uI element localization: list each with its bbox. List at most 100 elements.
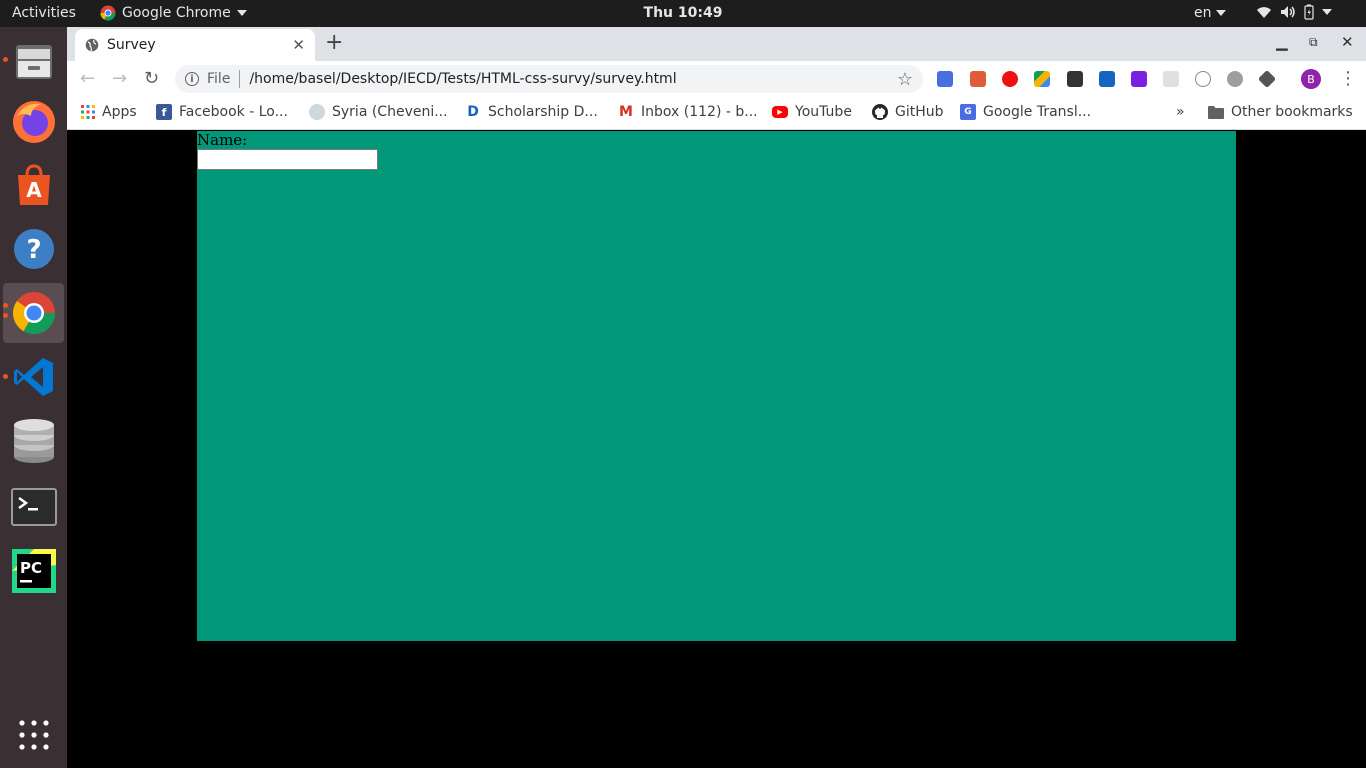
other-bookmarks-label: Other bookmarks xyxy=(1231,104,1353,120)
name-label: Name: xyxy=(197,131,248,149)
profile-avatar[interactable]: B xyxy=(1301,69,1321,89)
svg-text:A: A xyxy=(26,178,42,202)
dock-chrome[interactable] xyxy=(3,283,64,343)
bookmark-label: Syria (Cheveni... xyxy=(332,104,448,120)
volume-icon xyxy=(1281,6,1295,18)
show-applications-button[interactable] xyxy=(3,705,64,765)
close-window-button[interactable]: ✕ xyxy=(1341,33,1354,51)
eyedropper-extension-icon[interactable] xyxy=(1067,71,1083,87)
firefox-icon xyxy=(12,101,55,143)
new-tab-button[interactable]: + xyxy=(325,32,343,54)
braces-extension-icon[interactable] xyxy=(1195,71,1211,87)
bookmark-google-translate[interactable]: G Google Transl... xyxy=(960,104,1091,120)
bookmark-syria[interactable]: Syria (Cheveni... xyxy=(309,104,448,120)
chrome-icon xyxy=(12,292,55,335)
circle-extension-icon[interactable] xyxy=(1227,71,1243,87)
files-icon xyxy=(15,45,52,79)
forward-button[interactable]: → xyxy=(112,68,127,89)
dock-vscode[interactable] xyxy=(3,347,64,407)
bookmark-star-icon[interactable]: ☆ xyxy=(897,69,913,90)
bookmark-youtube[interactable]: ▶ YouTube xyxy=(772,104,852,120)
close-tab-icon[interactable]: ✕ xyxy=(292,36,305,54)
d-letter-icon: D xyxy=(467,104,479,120)
bookmark-github[interactable]: GitHub xyxy=(872,104,944,120)
facebook-icon: f xyxy=(156,104,172,120)
tab-survey[interactable]: Survey ✕ xyxy=(75,29,315,61)
dock-terminal[interactable] xyxy=(3,477,64,537)
system-menu[interactable] xyxy=(1256,4,1332,20)
address-bar[interactable]: i File /home/basel/Desktop/IECD/Tests/HT… xyxy=(175,65,923,93)
url-text: /home/basel/Desktop/IECD/Tests/HTML-css-… xyxy=(249,71,677,87)
page-viewport: Name: xyxy=(67,131,1366,768)
restore-button[interactable]: ⧉ xyxy=(1309,35,1318,50)
clock[interactable]: Thu 10:49 xyxy=(644,5,723,21)
bookmark-apps[interactable]: Apps xyxy=(81,104,137,120)
link-extension-icon[interactable] xyxy=(1131,71,1147,87)
adblock-extension-icon[interactable] xyxy=(1002,71,1018,87)
terminal-icon xyxy=(10,488,57,526)
running-indicator xyxy=(3,313,8,318)
bookmark-label: GitHub xyxy=(895,104,944,120)
dock-database[interactable] xyxy=(3,411,64,471)
browser-toolbar: ← → ↻ i File /home/basel/Desktop/IECD/Te… xyxy=(67,61,1366,97)
running-indicator xyxy=(3,374,8,379)
bookmarks-overflow-button[interactable]: » xyxy=(1176,104,1185,120)
bookmark-scholarship[interactable]: D Scholarship D... xyxy=(465,104,598,120)
language-label: en xyxy=(1194,5,1212,21)
google-drive-extension-icon[interactable] xyxy=(1034,71,1050,87)
name-input[interactable] xyxy=(197,149,378,170)
bookmark-label: Facebook - Lo... xyxy=(179,104,288,120)
bookmark-label: Inbox (112) - b... xyxy=(641,104,758,120)
translate-extension-icon[interactable] xyxy=(937,71,953,87)
chrome-menu-icon[interactable]: ⋮ xyxy=(1339,68,1357,89)
dock-firefox[interactable] xyxy=(3,91,64,151)
chevron-down-icon xyxy=(1215,10,1226,16)
back-button[interactable]: ← xyxy=(80,68,95,89)
survey-container: Name: xyxy=(197,131,1236,641)
site-info-icon[interactable]: i xyxy=(185,72,199,86)
url-separator xyxy=(239,70,241,88)
running-indicator xyxy=(3,303,8,308)
running-indicator xyxy=(3,57,8,62)
reload-button[interactable]: ↻ xyxy=(144,68,159,89)
bookmark-inbox[interactable]: M Inbox (112) - b... xyxy=(618,104,758,120)
database-icon xyxy=(13,419,54,463)
office-extension-icon[interactable] xyxy=(970,71,986,87)
folder-icon xyxy=(1208,106,1224,119)
url-scheme-chip: File xyxy=(207,71,231,87)
grid-extension-icon[interactable] xyxy=(1163,71,1179,87)
translate-icon: G xyxy=(960,104,976,120)
dock-pycharm[interactable]: PC xyxy=(3,541,64,601)
bookmark-facebook[interactable]: f Facebook - Lo... xyxy=(156,104,288,120)
youtube-icon: ▶ xyxy=(772,106,788,118)
help-icon: ? xyxy=(13,229,54,269)
bookmark-label: Scholarship D... xyxy=(488,104,598,120)
show-applications-icon xyxy=(18,720,49,750)
bookmark-label: YouTube xyxy=(795,104,852,120)
activities-button[interactable]: Activities xyxy=(12,5,76,21)
dock-files[interactable] xyxy=(3,31,64,91)
vscode-icon xyxy=(13,358,53,396)
app-menu[interactable]: Google Chrome xyxy=(100,5,247,21)
bookmarks-bar: Apps f Facebook - Lo... Syria (Cheveni..… xyxy=(67,97,1366,130)
tab-strip: Survey ✕ + ▁ ⧉ ✕ xyxy=(67,27,1366,61)
browser-window: Survey ✕ + ▁ ⧉ ✕ ← → ↻ i File /home/base… xyxy=(67,27,1366,768)
minimize-button[interactable]: ▁ xyxy=(1276,33,1288,51)
chevron-down-icon xyxy=(236,10,247,16)
chevron-down-icon xyxy=(1322,9,1332,15)
other-bookmarks[interactable]: Other bookmarks xyxy=(1208,104,1353,120)
tab-title: Survey xyxy=(107,37,156,53)
svg-text:?: ? xyxy=(26,235,41,265)
site-favicon-icon xyxy=(309,104,325,120)
svg-text:PC: PC xyxy=(20,559,42,577)
chrome-small-icon xyxy=(100,5,116,21)
layers-extension-icon[interactable] xyxy=(1257,69,1277,89)
capture-extension-icon[interactable] xyxy=(1099,71,1115,87)
dock-software[interactable]: A xyxy=(3,155,64,215)
input-language-menu[interactable]: en xyxy=(1194,5,1226,21)
dock-help[interactable]: ? xyxy=(3,219,64,279)
app-menu-label: Google Chrome xyxy=(122,5,231,21)
gmail-icon: M xyxy=(619,104,633,120)
bookmark-label: Google Transl... xyxy=(983,104,1092,120)
system-top-bar: Activities Google Chrome Thu 10:49 en xyxy=(0,0,1366,27)
